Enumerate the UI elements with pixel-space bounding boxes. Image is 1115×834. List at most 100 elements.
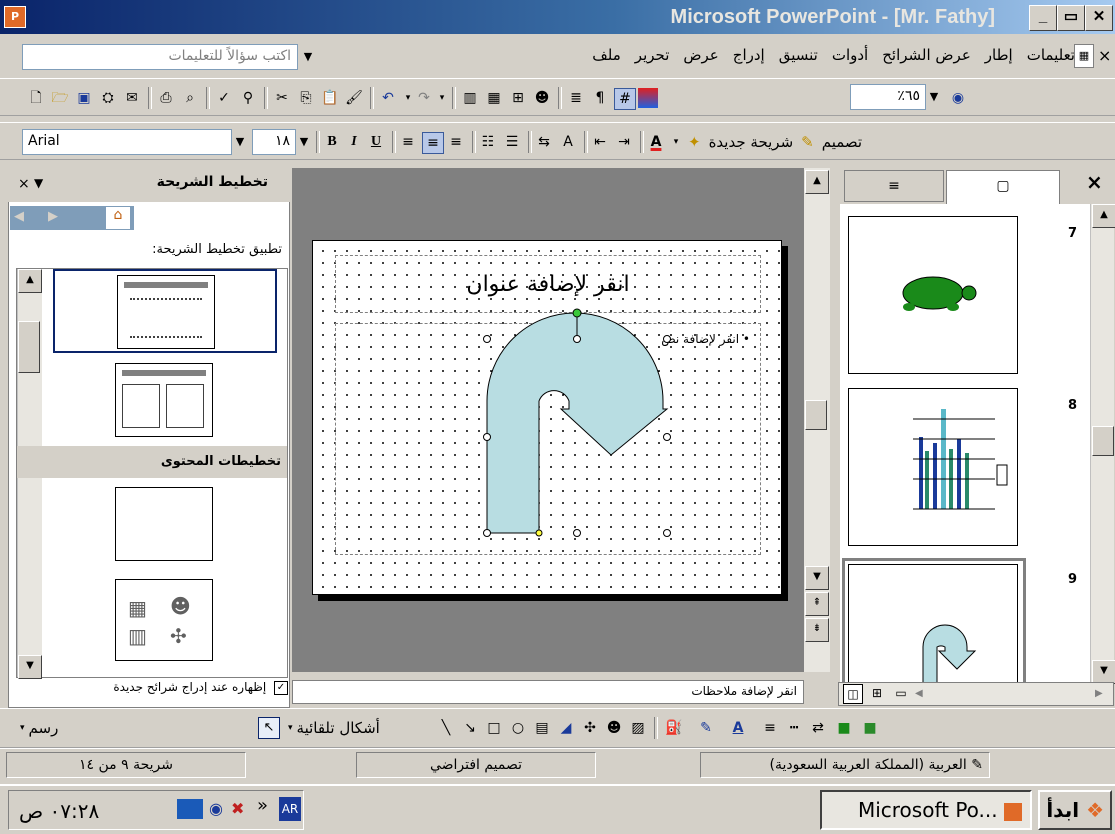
minimize-button[interactable]: _ bbox=[1029, 5, 1057, 31]
resize-handle-e[interactable] bbox=[663, 433, 671, 441]
line-color-icon[interactable]: ✎ bbox=[696, 718, 716, 738]
close-window-button[interactable]: ✕ bbox=[1085, 5, 1113, 31]
insert-chart-icon[interactable]: ▥ bbox=[460, 88, 480, 108]
hscroll-right-icon[interactable]: ▶ bbox=[1095, 684, 1107, 704]
language-indicator[interactable]: AR bbox=[279, 797, 301, 821]
outline-tab[interactable]: ≡ bbox=[844, 170, 944, 202]
dash-style-icon[interactable]: ┅ bbox=[784, 718, 804, 738]
menu-file[interactable]: ملف bbox=[592, 46, 621, 64]
slide-thumbnail-9[interactable] bbox=[848, 564, 1018, 684]
show-formatting-icon[interactable]: ¶ bbox=[590, 88, 610, 108]
arrow-line-icon[interactable]: ↘ bbox=[460, 718, 480, 738]
menu-tools[interactable]: أدوات bbox=[832, 46, 868, 64]
increase-indent-icon[interactable]: ⇥ bbox=[614, 132, 634, 152]
italic-button[interactable]: I bbox=[344, 132, 364, 152]
autoshapes-menu[interactable]: أشكال تلقائية ▾ bbox=[288, 715, 380, 741]
notes-pane[interactable]: انقر لإضافة ملاحظات bbox=[292, 680, 804, 704]
powerpoint-app-icon[interactable]: P bbox=[4, 6, 26, 28]
text-direction-icon[interactable]: ⇆ bbox=[534, 132, 554, 152]
cut-icon[interactable]: ✂ bbox=[272, 88, 292, 108]
slides-scroll-thumb[interactable] bbox=[1092, 426, 1114, 456]
email-icon[interactable]: ✉ bbox=[122, 88, 142, 108]
pane-close-button[interactable]: × bbox=[18, 176, 30, 192]
redo-dropdown-icon[interactable]: ▾ bbox=[432, 88, 452, 108]
adjust-handle[interactable] bbox=[535, 529, 543, 537]
layout-option-blank[interactable] bbox=[115, 487, 213, 561]
resize-handle-nw[interactable] bbox=[483, 335, 491, 343]
notes-splitter[interactable] bbox=[804, 680, 832, 704]
menu-window[interactable]: إطار bbox=[985, 46, 1013, 64]
align-left-icon[interactable]: ≡ bbox=[398, 132, 418, 152]
new-icon[interactable]: 🗋 bbox=[26, 88, 46, 108]
3d-icon[interactable]: ■ bbox=[860, 718, 880, 738]
scroll-down-button[interactable]: ▼ bbox=[18, 655, 42, 679]
research-icon[interactable]: ⚲ bbox=[238, 88, 258, 108]
open-icon[interactable]: 🗁 bbox=[50, 88, 70, 108]
align-center-icon[interactable]: ≡ bbox=[422, 132, 444, 154]
forward-icon[interactable]: ▶ bbox=[48, 209, 58, 224]
slide-scrollbar[interactable]: ▲ ▼ ⇞ ⇟ bbox=[804, 168, 830, 672]
menu-edit[interactable]: تحرير bbox=[635, 46, 670, 64]
start-button[interactable]: ❖ ابدأ bbox=[1038, 790, 1112, 830]
help-search-input[interactable]: اكتب سؤالاً للتعليمات bbox=[22, 44, 298, 70]
select-objects-icon[interactable]: ↖ bbox=[258, 717, 280, 739]
bullets-icon[interactable]: ☰ bbox=[502, 132, 522, 152]
slide-scroll-up-button[interactable]: ▲ bbox=[805, 170, 829, 194]
resize-handle-s[interactable] bbox=[573, 529, 581, 537]
show-on-insert-checkbox[interactable]: ✓ bbox=[274, 680, 288, 695]
arrow-style-icon[interactable]: ⇄ bbox=[808, 718, 828, 738]
insert-clipart-icon[interactable]: ☻ bbox=[532, 88, 552, 108]
tray-chevron-icon[interactable]: » bbox=[257, 795, 268, 816]
font-size-field[interactable]: ١٨ bbox=[252, 129, 296, 155]
print-preview-icon[interactable]: ⌕ bbox=[180, 88, 200, 108]
menu-close-button[interactable]: × bbox=[1098, 46, 1111, 65]
print-icon[interactable]: ⎙ bbox=[156, 88, 176, 108]
expand-all-icon[interactable]: ≣ bbox=[566, 88, 586, 108]
layout-option-two-content[interactable] bbox=[115, 363, 213, 437]
restore-button[interactable]: ▭ bbox=[1057, 5, 1085, 31]
rectangle-icon[interactable]: □ bbox=[484, 718, 504, 738]
ie-icon[interactable]: ◉ bbox=[209, 799, 223, 818]
font-color-dropdown-icon[interactable]: ▾ bbox=[666, 132, 686, 152]
new-slide-button[interactable]: شريحة جديدة bbox=[709, 133, 794, 151]
scroll-up-button[interactable]: ▲ bbox=[18, 269, 42, 293]
draw-menu[interactable]: رسم ▾ bbox=[20, 715, 58, 741]
line-icon[interactable]: ╲ bbox=[436, 718, 456, 738]
slides-scroll-down-button[interactable]: ▼ bbox=[1092, 660, 1115, 684]
back-icon[interactable]: ◀ bbox=[14, 209, 24, 224]
insert-diagram-icon[interactable]: ✣ bbox=[580, 718, 600, 738]
underline-button[interactable]: U bbox=[366, 132, 386, 152]
fill-color-icon[interactable]: ⛽ bbox=[664, 718, 684, 738]
u-turn-arrow-shape[interactable] bbox=[313, 241, 783, 596]
normal-view-icon[interactable]: ◫ bbox=[843, 684, 863, 704]
menu-view[interactable]: عرض bbox=[683, 46, 718, 64]
insert-picture-icon[interactable]: ▨ bbox=[628, 718, 648, 738]
layout-option-title-text[interactable] bbox=[53, 269, 277, 353]
slide-sorter-icon[interactable]: ⊞ bbox=[867, 684, 887, 704]
paste-icon[interactable]: 📋 bbox=[320, 88, 340, 108]
save-icon[interactable]: ▣ bbox=[74, 88, 94, 108]
resize-handle-sw[interactable] bbox=[483, 529, 491, 537]
menu-format[interactable]: تنسيق bbox=[779, 46, 818, 64]
spelling-icon[interactable]: ✓ bbox=[214, 88, 234, 108]
align-right-icon[interactable]: ≡ bbox=[446, 132, 466, 152]
previous-slide-button[interactable]: ⇞ bbox=[805, 592, 829, 616]
bold-button[interactable]: B bbox=[322, 132, 342, 152]
copy-icon[interactable]: ⎘ bbox=[296, 88, 316, 108]
font-color-icon[interactable]: A bbox=[646, 132, 666, 152]
pane-menu-dropdown-icon[interactable]: ▼ bbox=[34, 176, 43, 190]
resize-handle-se[interactable] bbox=[663, 529, 671, 537]
help-dropdown-icon[interactable]: ▼ bbox=[300, 44, 316, 70]
zoom-field[interactable]: ٪٦٥ bbox=[850, 84, 926, 110]
shadow-icon[interactable]: ■ bbox=[834, 718, 854, 738]
design-button[interactable]: تصميم bbox=[822, 133, 862, 151]
format-painter-icon[interactable]: 🖌 bbox=[344, 88, 364, 108]
scroll-thumb[interactable] bbox=[18, 321, 40, 373]
zoom-dropdown-icon[interactable]: ▼ bbox=[926, 84, 942, 110]
hscroll-left-icon[interactable]: ◀ bbox=[915, 684, 927, 704]
undo-icon[interactable]: ↶ bbox=[378, 88, 398, 108]
menu-help[interactable]: تعليمات bbox=[1027, 46, 1075, 64]
redo-icon[interactable]: ↷ bbox=[414, 88, 434, 108]
show-on-insert-row[interactable]: ✓ إظهاره عند إدراج شرائح جديدة bbox=[10, 680, 288, 704]
slides-tab[interactable]: ▢ bbox=[946, 170, 1060, 204]
